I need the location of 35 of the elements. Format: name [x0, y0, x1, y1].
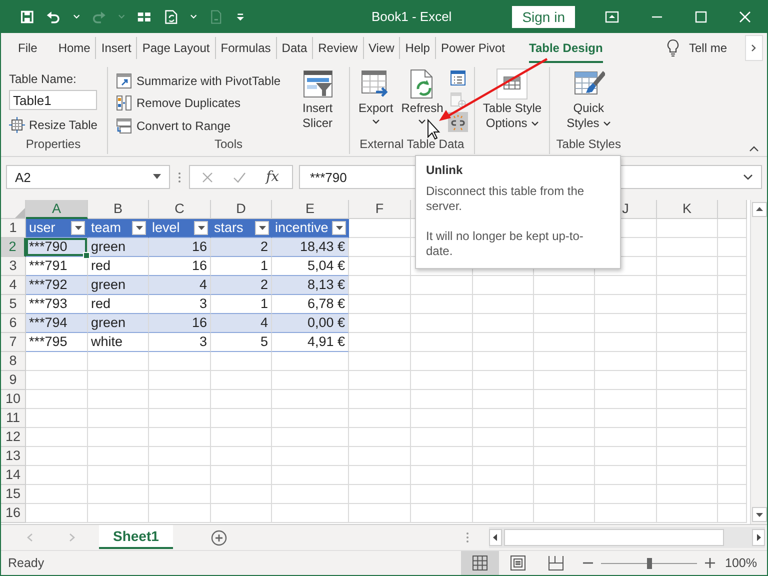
column-title: incentive [275, 219, 328, 237]
table-cell: 16 [149, 238, 211, 257]
group-label: Properties [24, 137, 82, 153]
table-cell: 8,13 € [272, 276, 349, 295]
column-title: stars [214, 219, 244, 237]
tooltip-title: Unlink [426, 163, 464, 178]
column-title: user [29, 219, 56, 237]
table-cell: green [88, 276, 149, 295]
tooltip-text: It will no longer be kept up-to-date. [426, 229, 584, 259]
status-text: Ready [7, 556, 46, 570]
table-cell: 4 [149, 276, 211, 295]
table-cell: 2 [211, 238, 272, 257]
table-cell: 16 [149, 314, 211, 333]
table-cell: green [88, 238, 149, 257]
group-label: Tools [214, 137, 244, 153]
table-cell: 4 [211, 314, 272, 333]
window-title: Book1 - Excel [370, 9, 453, 24]
table-cell: white [88, 333, 149, 352]
tooltip-text: Disconnect this table from the server. [426, 184, 586, 214]
column-title: team [91, 219, 122, 237]
column-title: level [152, 219, 180, 237]
group-label: External Table Data [358, 137, 466, 153]
table-cell: 0,00 € [272, 314, 349, 333]
table-cell: ***790 [26, 238, 88, 257]
table-cell: 2 [211, 276, 272, 295]
table-cell: 3 [149, 333, 211, 352]
table-cell: 18,43 € [272, 238, 349, 257]
table-name-label: Table Name: [9, 72, 78, 86]
table-cell: ***794 [26, 314, 88, 333]
group-label: Table Styles [556, 137, 621, 153]
table-cell: green [88, 314, 149, 333]
table-cell: 5 [211, 333, 272, 352]
table-cell: 4,91 € [272, 333, 349, 352]
table-cell: ***792 [26, 276, 88, 295]
table-cell: ***795 [26, 333, 88, 352]
